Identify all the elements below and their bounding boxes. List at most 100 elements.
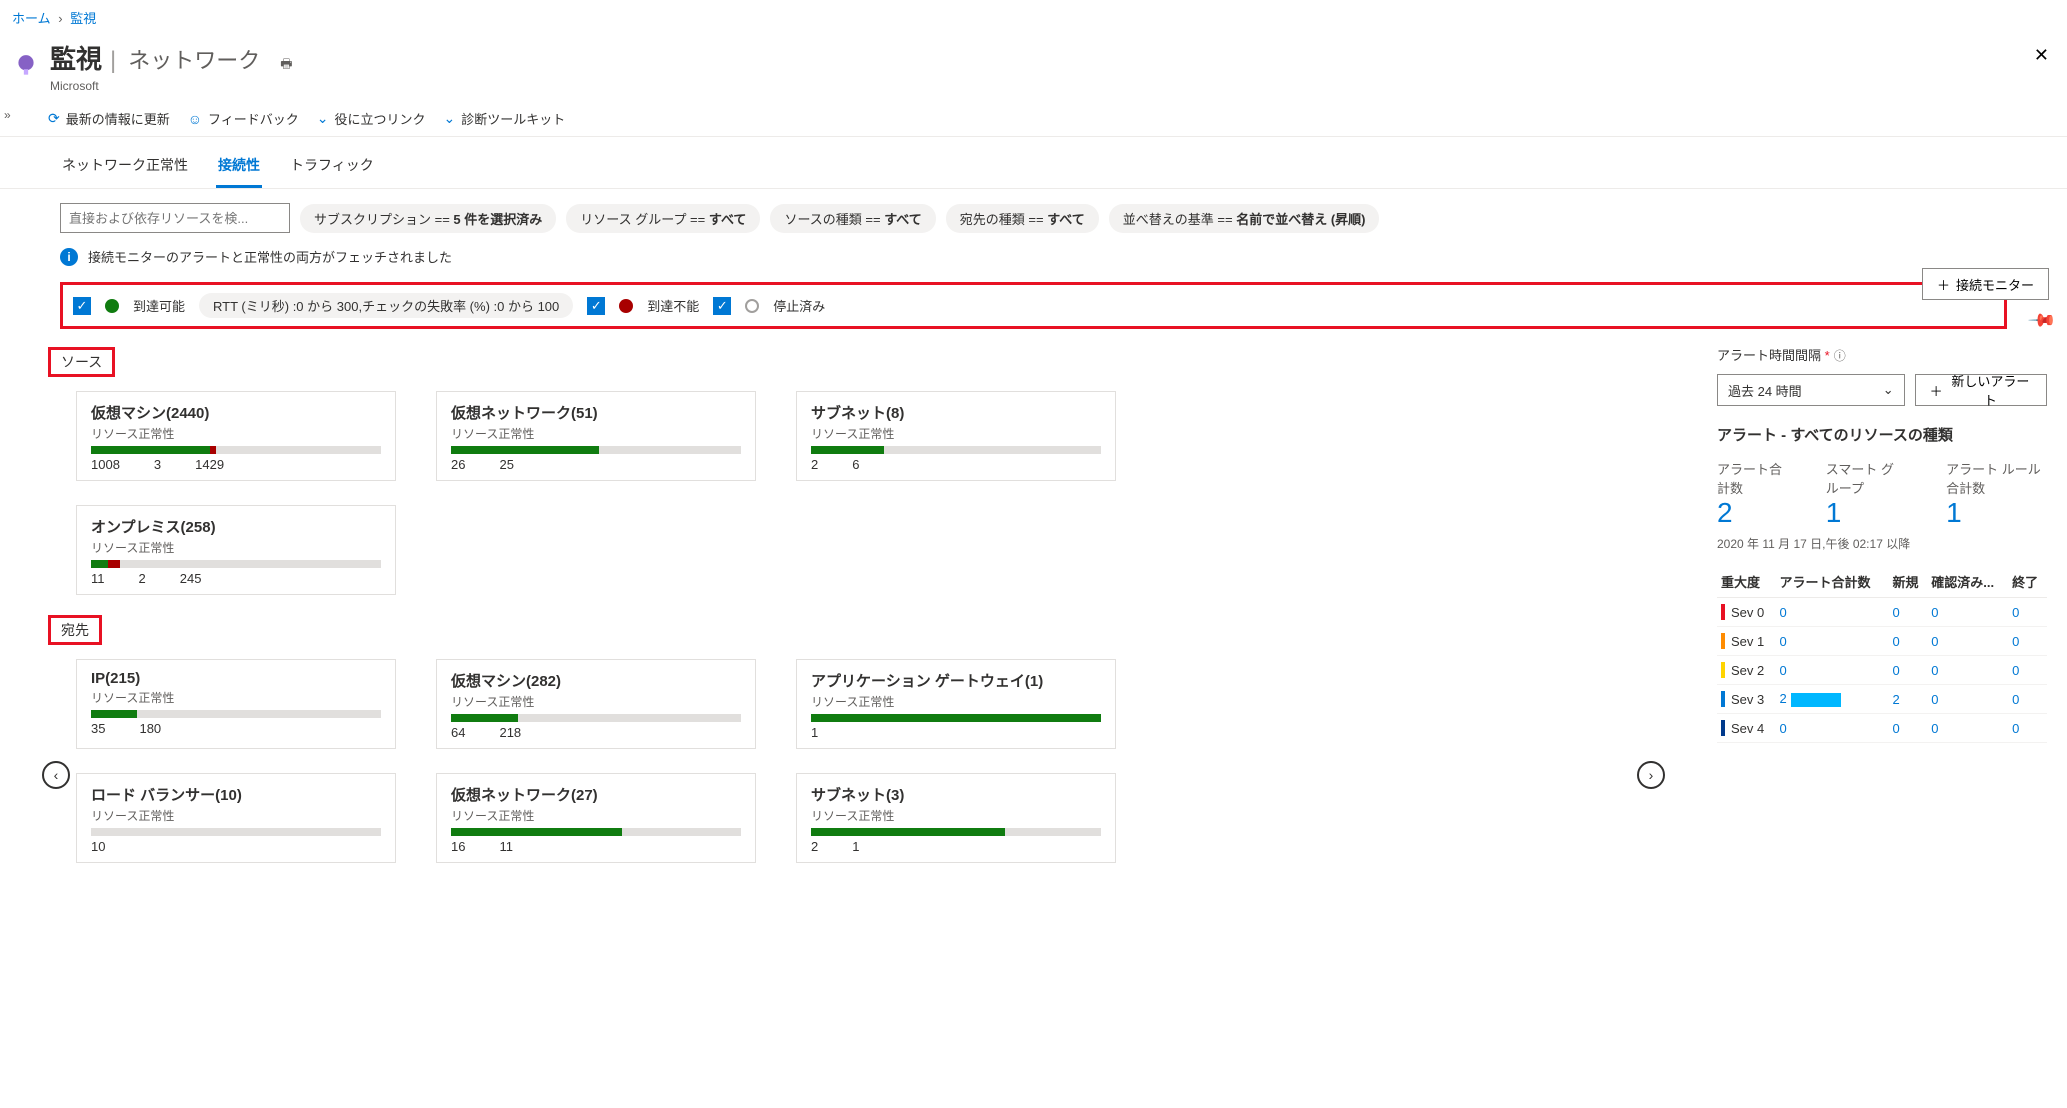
- card-title: IP(215): [91, 670, 381, 687]
- card-title: サブネット(8): [811, 402, 1101, 423]
- health-bar: [811, 714, 1101, 722]
- refresh-button[interactable]: ⟳最新の情報に更新: [48, 109, 170, 128]
- checkbox-paused[interactable]: [713, 297, 731, 315]
- card-values: 112245: [91, 571, 381, 586]
- card-values: 26: [811, 457, 1101, 472]
- card-subtitle: リソース正常性: [811, 807, 1101, 824]
- kpi-smart-value[interactable]: 1: [1826, 497, 1906, 529]
- kpi-total-value[interactable]: 2: [1717, 497, 1786, 529]
- filter-sort[interactable]: 並べ替えの基準 == 名前で並べ替え (昇順): [1109, 204, 1380, 233]
- checkbox-reachable[interactable]: [73, 297, 91, 315]
- card-values: 10: [91, 839, 381, 854]
- alerts-title: アラート - すべてのリソースの種類: [1717, 424, 2047, 445]
- page-subtitle: ネットワーク: [128, 43, 260, 75]
- card-subtitle: リソース正常性: [91, 425, 381, 442]
- tab-bar: ネットワーク正常性 接続性 トラフィック: [0, 137, 2067, 189]
- useful-links-button[interactable]: ⌄役に立つリンク: [317, 109, 426, 128]
- severity-bar-icon: [1721, 633, 1725, 649]
- resource-card[interactable]: 仮想ネットワーク(51) リソース正常性 2625: [436, 391, 756, 481]
- add-connection-monitor-button[interactable]: ＋接続モニター: [1922, 268, 2049, 300]
- kpi-rules-value[interactable]: 1: [1946, 497, 2047, 529]
- table-row[interactable]: Sev 1 0 000: [1717, 627, 2047, 656]
- resource-card[interactable]: オンプレミス(258) リソース正常性 112245: [76, 505, 396, 595]
- col-closed[interactable]: 終了: [2008, 566, 2047, 598]
- info-icon[interactable]: ⓘ: [1834, 349, 1846, 363]
- filter-dest-type[interactable]: 宛先の種類 == すべて: [946, 204, 1099, 233]
- alert-interval-select[interactable]: 過去 24 時間 ⌄: [1717, 374, 1905, 406]
- breadcrumb-monitor[interactable]: 監視: [70, 11, 96, 26]
- table-row[interactable]: Sev 2 0 000: [1717, 656, 2047, 685]
- resource-card[interactable]: サブネット(3) リソース正常性 21: [796, 773, 1116, 863]
- command-bar: ⟳最新の情報に更新 ☺フィードバック ⌄役に立つリンク ⌄診断ツールキット: [0, 101, 2067, 137]
- card-subtitle: リソース正常性: [451, 807, 741, 824]
- health-bar: [451, 828, 741, 836]
- health-bar: [91, 446, 381, 454]
- plus-icon: ＋: [1937, 275, 1950, 294]
- tab-traffic[interactable]: トラフィック: [288, 147, 376, 188]
- kpi-smart-label: スマート グループ: [1826, 459, 1906, 497]
- card-subtitle: リソース正常性: [91, 539, 381, 556]
- plus-icon: ＋: [1930, 381, 1943, 400]
- breadcrumb: ホーム › 監視: [0, 0, 2067, 35]
- carousel-prev-button[interactable]: ‹: [42, 761, 70, 789]
- severity-bar-icon: [1721, 604, 1725, 620]
- health-bar: [811, 446, 1101, 454]
- resource-card[interactable]: 仮想マシン(2440) リソース正常性 100831429: [76, 391, 396, 481]
- card-title: 仮想ネットワーク(51): [451, 402, 741, 423]
- checkbox-unreachable[interactable]: [587, 297, 605, 315]
- resource-card[interactable]: 仮想マシン(282) リソース正常性 64218: [436, 659, 756, 749]
- card-values: 35180: [91, 721, 381, 736]
- col-severity[interactable]: 重大度: [1717, 566, 1775, 598]
- table-row[interactable]: Sev 3 2 200: [1717, 685, 2047, 714]
- card-subtitle: リソース正常性: [91, 807, 381, 824]
- close-icon[interactable]: ✕: [2034, 45, 2049, 66]
- feedback-button[interactable]: ☺フィードバック: [188, 109, 299, 128]
- card-title: ロード バランサー(10): [91, 784, 381, 805]
- card-subtitle: リソース正常性: [811, 693, 1101, 710]
- vendor-label: Microsoft: [50, 79, 293, 93]
- resource-card[interactable]: サブネット(8) リソース正常性 26: [796, 391, 1116, 481]
- tab-connectivity[interactable]: 接続性: [216, 147, 262, 188]
- rtt-range-pill[interactable]: RTT (ミリ秒) :0 から 300,チェックの失敗率 (%) :0 から 1…: [199, 293, 573, 318]
- filter-source-type[interactable]: ソースの種類 == すべて: [770, 204, 935, 233]
- resource-card[interactable]: IP(215) リソース正常性 35180: [76, 659, 396, 749]
- section-dest-label: 宛先: [48, 615, 102, 645]
- col-total[interactable]: アラート合計数: [1775, 566, 1888, 598]
- resource-card[interactable]: ロード バランサー(10) リソース正常性 10: [76, 773, 396, 863]
- table-row[interactable]: Sev 0 0 000: [1717, 598, 2047, 627]
- card-title: 仮想マシン(2440): [91, 402, 381, 423]
- filter-resource-group[interactable]: リソース グループ == すべて: [566, 204, 760, 233]
- diagnostic-toolkit-button[interactable]: ⌄診断ツールキット: [444, 109, 566, 128]
- info-banner: i 接続モニターのアラートと正常性の両方がフェッチされました: [0, 241, 2067, 274]
- resource-card[interactable]: アプリケーション ゲートウェイ(1) リソース正常性 1: [796, 659, 1116, 749]
- alert-interval-label: アラート時間間隔 *ⓘ: [1717, 348, 1846, 363]
- table-row[interactable]: Sev 4 0 000: [1717, 714, 2047, 743]
- page-header: 監視 | ネットワーク 🖶 Microsoft ✕: [0, 35, 2067, 101]
- pin-icon[interactable]: 📌: [2026, 305, 2057, 336]
- filter-subscription[interactable]: サブスクリプション == 5 件を選択済み: [300, 204, 556, 233]
- resource-card[interactable]: 仮想ネットワーク(27) リソース正常性 1611: [436, 773, 756, 863]
- kpi-total-label: アラート合計数: [1717, 459, 1786, 497]
- status-unreachable-label: 到達不能: [647, 296, 699, 315]
- card-values: 100831429: [91, 457, 381, 472]
- info-icon: i: [60, 248, 78, 266]
- status-dot-green: [105, 299, 119, 313]
- print-icon[interactable]: 🖶: [280, 55, 292, 77]
- col-new[interactable]: 新規: [1888, 566, 1927, 598]
- card-title: 仮想ネットワーク(27): [451, 784, 741, 805]
- card-title: オンプレミス(258): [91, 516, 381, 537]
- card-subtitle: リソース正常性: [91, 689, 381, 706]
- search-input[interactable]: [60, 203, 290, 233]
- card-title: 仮想マシン(282): [451, 670, 741, 691]
- breadcrumb-home[interactable]: ホーム: [12, 11, 51, 26]
- expand-icon[interactable]: »: [4, 108, 11, 122]
- carousel-next-button[interactable]: ›: [1637, 761, 1665, 789]
- tab-network-health[interactable]: ネットワーク正常性: [60, 147, 190, 188]
- health-bar: [91, 560, 381, 568]
- health-bar: [91, 710, 381, 718]
- card-values: 21: [811, 839, 1101, 854]
- col-ack[interactable]: 確認済み...: [1927, 566, 2008, 598]
- new-alert-button[interactable]: ＋新しいアラート: [1915, 374, 2047, 406]
- refresh-icon: ⟳: [48, 110, 60, 127]
- smile-icon: ☺: [188, 111, 202, 127]
